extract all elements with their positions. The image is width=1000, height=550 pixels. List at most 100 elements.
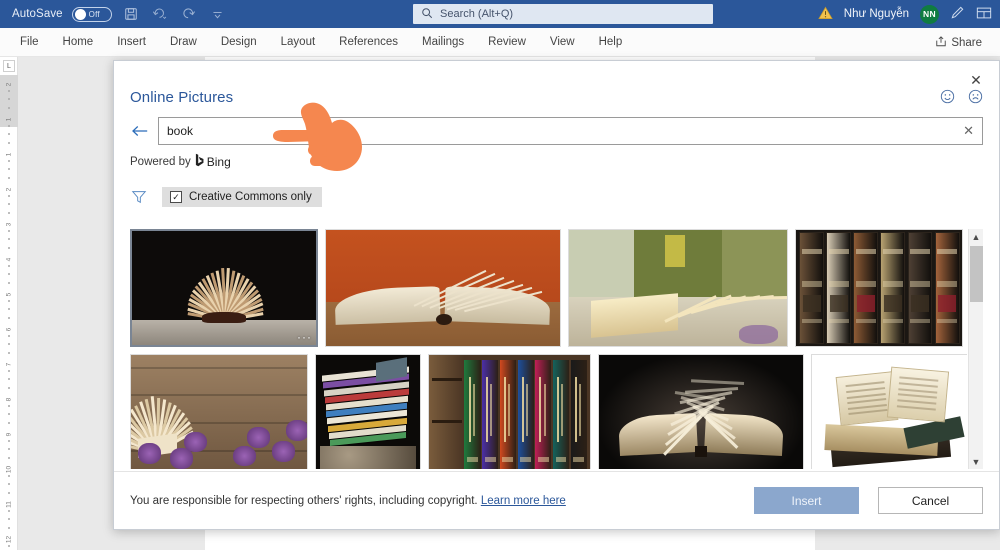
creative-commons-checkbox[interactable]: ✓ xyxy=(170,191,182,203)
warning-icon[interactable] xyxy=(818,6,833,23)
bing-logo: Bing xyxy=(195,153,231,170)
scroll-down-icon[interactable]: ▼ xyxy=(969,454,984,469)
feedback-group xyxy=(940,89,983,104)
bing-icon xyxy=(195,153,204,170)
cancel-button[interactable]: Cancel xyxy=(878,487,983,514)
bing-label: Bing xyxy=(206,154,231,169)
word-window: AutoSave Off Search (Alt+Q) Như Nguyễn N… xyxy=(0,0,1000,550)
results-row xyxy=(130,354,967,469)
scroll-up-icon[interactable]: ▲ xyxy=(969,229,984,244)
ribbon-tabs: File Home Insert Draw Design Layout Refe… xyxy=(0,31,634,53)
undo-icon[interactable] xyxy=(150,4,170,24)
copyright-text: You are responsible for respecting other… xyxy=(130,494,478,507)
ruler-tick-dot xyxy=(8,106,10,109)
ruler-tick-dot xyxy=(8,141,10,144)
image-result-thumbnail[interactable]: ··· xyxy=(130,229,318,347)
ruler-tick-dot xyxy=(8,98,10,100)
image-result-thumbnail[interactable] xyxy=(598,354,804,469)
save-icon[interactable] xyxy=(121,4,141,24)
tab-insert[interactable]: Insert xyxy=(105,31,158,53)
autosave-label: AutoSave xyxy=(12,8,63,20)
tab-home[interactable]: Home xyxy=(51,31,106,53)
search-container[interactable]: Search (Alt+Q) xyxy=(413,4,713,24)
tab-file[interactable]: File xyxy=(8,31,51,53)
search-input[interactable]: Search (Alt+Q) xyxy=(413,4,713,24)
results-row: ··· xyxy=(130,229,967,347)
vertical-ruler[interactable]: L 2 1 1 2 3 4 5 6 7 8 9 10 11 12 xyxy=(0,57,18,550)
tab-mailings[interactable]: Mailings xyxy=(410,31,476,53)
clear-search-icon[interactable]: ✕ xyxy=(957,123,974,139)
ribbon-tab-bar: File Home Insert Draw Design Layout Refe… xyxy=(0,28,1000,57)
learn-more-link[interactable]: Learn more here xyxy=(481,495,566,507)
share-icon xyxy=(935,35,947,50)
results-area: ··· ▲ ▼ xyxy=(130,229,983,469)
scrollbar-track[interactable] xyxy=(969,244,984,454)
powered-by-label: Powered by xyxy=(130,155,191,168)
tab-design[interactable]: Design xyxy=(209,31,269,53)
online-pictures-dialog: ✕ Online Pictures book ✕ Powered by Bing… xyxy=(113,60,1000,530)
ribbon-display-icon[interactable] xyxy=(976,6,992,23)
image-result-thumbnail[interactable] xyxy=(795,229,963,347)
autosave-toggle-knob xyxy=(74,8,86,20)
powered-by-bing: Powered by Bing xyxy=(130,153,231,170)
ruler-tick-dot xyxy=(8,159,10,162)
results-scrollbar[interactable]: ▲ ▼ xyxy=(968,229,983,469)
ruler-tick-dot xyxy=(8,308,10,310)
smiley-sad-icon[interactable] xyxy=(968,89,983,104)
avatar[interactable]: NN xyxy=(920,4,939,24)
user-name-label[interactable]: Như Nguyễn xyxy=(844,8,909,20)
image-result-thumbnail[interactable] xyxy=(315,354,421,469)
customize-qat-icon[interactable] xyxy=(208,4,228,24)
ruler-tick-dot xyxy=(8,194,10,197)
share-label: Share xyxy=(951,36,982,49)
scrollbar-thumb[interactable] xyxy=(969,246,983,302)
dialog-footer: You are responsible for respecting other… xyxy=(114,471,999,529)
tab-view[interactable]: View xyxy=(538,31,587,53)
ruler-tick-dot xyxy=(8,491,10,494)
bing-search-field[interactable]: ✕ xyxy=(158,117,983,145)
image-result-thumbnail[interactable] xyxy=(568,229,788,347)
ruler-tick-dot xyxy=(8,544,10,547)
image-result-thumbnail[interactable] xyxy=(428,354,591,469)
tab-layout[interactable]: Layout xyxy=(269,31,328,53)
tab-references[interactable]: References xyxy=(327,31,410,53)
redo-icon[interactable] xyxy=(179,4,199,24)
ruler-tick-dot xyxy=(8,518,10,520)
tab-help[interactable]: Help xyxy=(587,31,635,53)
results-grid[interactable]: ··· xyxy=(130,229,967,469)
image-result-thumbnail[interactable] xyxy=(130,354,308,469)
smiley-happy-icon[interactable] xyxy=(940,89,955,104)
creative-commons-filter[interactable]: ✓ Creative Commons only xyxy=(162,187,322,207)
pen-icon[interactable] xyxy=(950,5,965,23)
image-result-thumbnail[interactable] xyxy=(325,229,561,347)
ruler-tick-dot xyxy=(8,124,10,127)
copyright-note: You are responsible for respecting other… xyxy=(130,495,566,507)
image-result-thumbnail[interactable] xyxy=(811,354,967,469)
quick-access-toolbar: AutoSave Off xyxy=(0,4,228,24)
autosave-toggle[interactable]: Off xyxy=(71,6,112,22)
tab-review[interactable]: Review xyxy=(476,31,538,53)
image-overflow-menu-icon[interactable]: ··· xyxy=(297,331,312,343)
search-placeholder: Search (Alt+Q) xyxy=(440,8,514,20)
ruler-tick-dot xyxy=(8,176,10,179)
ruler-tick-dot xyxy=(8,421,10,424)
ruler-tick-dot xyxy=(8,456,10,459)
close-icon[interactable]: ✕ xyxy=(965,69,987,91)
back-arrow-icon[interactable] xyxy=(130,121,150,141)
search-input-field[interactable] xyxy=(167,124,958,138)
insert-button[interactable]: Insert xyxy=(754,487,859,514)
tab-stop-selector[interactable]: L xyxy=(3,60,15,72)
titlebar-right-group: Như Nguyễn NN xyxy=(818,0,992,28)
tab-draw[interactable]: Draw xyxy=(158,31,209,53)
ruler-tick-dot xyxy=(8,474,10,477)
ruler-tick-dot xyxy=(8,404,10,407)
ruler-tick-dot xyxy=(8,203,10,205)
ruler-tick-dot xyxy=(8,229,10,232)
ruler-tick-dot xyxy=(8,89,10,92)
ruler-tick-dot xyxy=(8,299,10,302)
ruler-tick-dot xyxy=(8,439,10,442)
ruler-tick-dot xyxy=(8,448,10,450)
share-button[interactable]: Share xyxy=(927,33,990,52)
funnel-icon[interactable] xyxy=(130,188,148,206)
ruler-tick-dot xyxy=(8,273,10,275)
